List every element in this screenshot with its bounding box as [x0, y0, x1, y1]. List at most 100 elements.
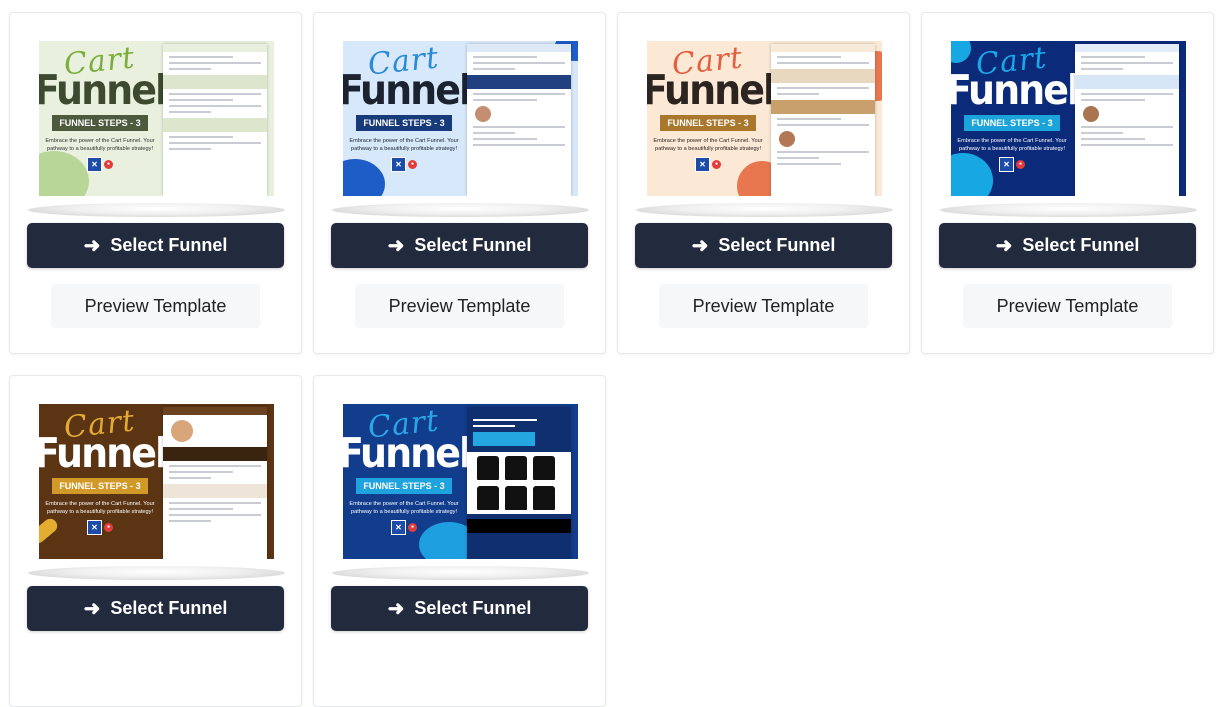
arrow-right-icon: ➜: [83, 597, 101, 620]
select-funnel-label: Select Funnel: [718, 235, 836, 255]
thumbnail-pedestal: [332, 203, 589, 217]
template-thumbnail[interactable]: Cart Funnel FUNNEL STEPS - 3 Embrace the…: [636, 37, 893, 221]
funnel-title: Funnel: [343, 429, 472, 477]
thumbnail-branding: Cart Funnel FUNNEL STEPS - 3 Embrace the…: [39, 41, 168, 196]
select-funnel-button[interactable]: ➜ Select Funnel: [331, 223, 588, 268]
funnel-title: Funnel: [343, 66, 472, 114]
thumbnail-image: Cart Funnel FUNNEL STEPS - 3 Embrace the…: [647, 41, 882, 196]
x-logo-icon: ✕: [391, 157, 406, 172]
funnel-title: Funnel: [951, 66, 1080, 114]
embrace-text: Embrace the power of the Cart Funnel. Yo…: [957, 138, 1067, 152]
template-thumbnail[interactable]: Cart Funnel FUNNEL STEPS - 3 Embrace the…: [332, 400, 589, 584]
template-thumbnail[interactable]: Cart Funnel FUNNEL STEPS - 3 Embrace the…: [28, 37, 285, 221]
thumbnail-pedestal: [28, 203, 285, 217]
arrow-right-icon: ➜: [995, 234, 1013, 257]
template-card: Cart Funnel FUNNEL STEPS - 3 Embrace the…: [9, 12, 302, 354]
embrace-text: Embrace the power of the Cart Funnel. Yo…: [45, 501, 155, 515]
steps-badge: FUNNEL STEPS - 3: [52, 478, 148, 494]
tshirt-icon: [505, 486, 527, 510]
template-card: Cart Funnel FUNNEL STEPS - 3 Embrace the…: [313, 12, 606, 354]
tshirt-icon: [533, 486, 555, 510]
page-mockup: [771, 44, 875, 196]
page-mockup: [467, 44, 571, 196]
tshirt-icon: [477, 456, 499, 480]
x-logo-icon: ✕: [695, 157, 710, 172]
x-logo-icon: ✕: [391, 520, 406, 535]
select-funnel-button[interactable]: ➜ Select Funnel: [939, 223, 1196, 268]
brand-logos: ✕ ●: [999, 157, 1025, 172]
arrow-right-icon: ➜: [83, 234, 101, 257]
steps-badge: FUNNEL STEPS - 3: [356, 115, 452, 131]
embrace-text: Embrace the power of the Cart Funnel. Yo…: [349, 501, 459, 515]
thumbnail-image: Cart Funnel FUNNEL STEPS - 3 Embrace the…: [39, 41, 274, 196]
brand-logos: ✕ ●: [87, 157, 113, 172]
thumbnail-pedestal: [636, 203, 893, 217]
thumbnail-pedestal: [332, 566, 589, 580]
page-mockup: [163, 44, 267, 196]
funnel-title: Funnel: [647, 66, 776, 114]
thumbnail-branding: Cart Funnel FUNNEL STEPS - 3 Embrace the…: [343, 404, 472, 559]
thumbnail-pedestal: [940, 203, 1197, 217]
page-mockup: [1075, 44, 1179, 196]
page-mockup: [163, 407, 267, 559]
x-logo-icon: ✕: [87, 520, 102, 535]
page-mockup: [467, 407, 571, 559]
template-card: Cart Funnel FUNNEL STEPS - 3 Embrace the…: [313, 375, 606, 707]
template-thumbnail[interactable]: Cart Funnel FUNNEL STEPS - 3 Embrace the…: [28, 400, 285, 584]
thumbnail-branding: Cart Funnel FUNNEL STEPS - 3 Embrace the…: [343, 41, 472, 196]
template-thumbnail[interactable]: Cart Funnel FUNNEL STEPS - 3 Embrace the…: [332, 37, 589, 221]
tshirt-icon: [477, 486, 499, 510]
steps-badge: FUNNEL STEPS - 3: [660, 115, 756, 131]
select-funnel-button[interactable]: ➜ Select Funnel: [27, 586, 284, 631]
steps-badge: FUNNEL STEPS - 3: [964, 115, 1060, 131]
select-funnel-button[interactable]: ➜ Select Funnel: [635, 223, 892, 268]
template-card: Cart Funnel FUNNEL STEPS - 3 Embrace the…: [617, 12, 910, 354]
x-logo-icon: ✕: [87, 157, 102, 172]
badge-logo-icon: ●: [408, 160, 417, 169]
select-funnel-label: Select Funnel: [110, 235, 228, 255]
select-funnel-button[interactable]: ➜ Select Funnel: [331, 586, 588, 631]
preview-template-button[interactable]: Preview Template: [963, 284, 1172, 328]
thumbnail-image: Cart Funnel FUNNEL STEPS - 3 Embrace the…: [343, 41, 578, 196]
thumbnail-image: Cart Funnel FUNNEL STEPS - 3 Embrace the…: [39, 404, 274, 559]
embrace-text: Embrace the power of the Cart Funnel. Yo…: [45, 138, 155, 152]
brand-logos: ✕ ●: [391, 157, 417, 172]
steps-badge: FUNNEL STEPS - 3: [356, 478, 452, 494]
preview-template-button[interactable]: Preview Template: [355, 284, 564, 328]
select-funnel-label: Select Funnel: [110, 598, 228, 618]
badge-logo-icon: ●: [104, 523, 113, 532]
funnel-title: Funnel: [39, 429, 168, 477]
brand-logos: ✕ ●: [391, 520, 417, 535]
template-thumbnail[interactable]: Cart Funnel FUNNEL STEPS - 3 Embrace the…: [940, 37, 1197, 221]
thumbnail-image: Cart Funnel FUNNEL STEPS - 3 Embrace the…: [951, 41, 1186, 196]
thumbnail-branding: Cart Funnel FUNNEL STEPS - 3 Embrace the…: [39, 404, 168, 559]
template-card: Cart Funnel FUNNEL STEPS - 3 Embrace the…: [9, 375, 302, 707]
thumbnail-branding: Cart Funnel FUNNEL STEPS - 3 Embrace the…: [647, 41, 776, 196]
brand-logos: ✕ ●: [87, 520, 113, 535]
funnel-title: Funnel: [39, 66, 168, 114]
preview-template-button[interactable]: Preview Template: [659, 284, 868, 328]
arrow-right-icon: ➜: [691, 234, 709, 257]
select-funnel-label: Select Funnel: [414, 598, 532, 618]
arrow-right-icon: ➜: [387, 597, 405, 620]
tshirt-icon: [505, 456, 527, 480]
badge-logo-icon: ●: [712, 160, 721, 169]
steps-badge: FUNNEL STEPS - 3: [52, 115, 148, 131]
brand-logos: ✕ ●: [695, 157, 721, 172]
embrace-text: Embrace the power of the Cart Funnel. Yo…: [653, 138, 763, 152]
badge-logo-icon: ●: [1016, 160, 1025, 169]
embrace-text: Embrace the power of the Cart Funnel. Yo…: [349, 138, 459, 152]
thumbnail-branding: Cart Funnel FUNNEL STEPS - 3 Embrace the…: [951, 41, 1080, 196]
select-funnel-label: Select Funnel: [414, 235, 532, 255]
select-funnel-button[interactable]: ➜ Select Funnel: [27, 223, 284, 268]
preview-template-button[interactable]: Preview Template: [51, 284, 260, 328]
tshirt-icon: [533, 456, 555, 480]
thumbnail-image: Cart Funnel FUNNEL STEPS - 3 Embrace the…: [343, 404, 578, 559]
select-funnel-label: Select Funnel: [1022, 235, 1140, 255]
template-card: Cart Funnel FUNNEL STEPS - 3 Embrace the…: [921, 12, 1214, 354]
badge-logo-icon: ●: [408, 523, 417, 532]
badge-logo-icon: ●: [104, 160, 113, 169]
thumbnail-pedestal: [28, 566, 285, 580]
x-logo-icon: ✕: [999, 157, 1014, 172]
arrow-right-icon: ➜: [387, 234, 405, 257]
